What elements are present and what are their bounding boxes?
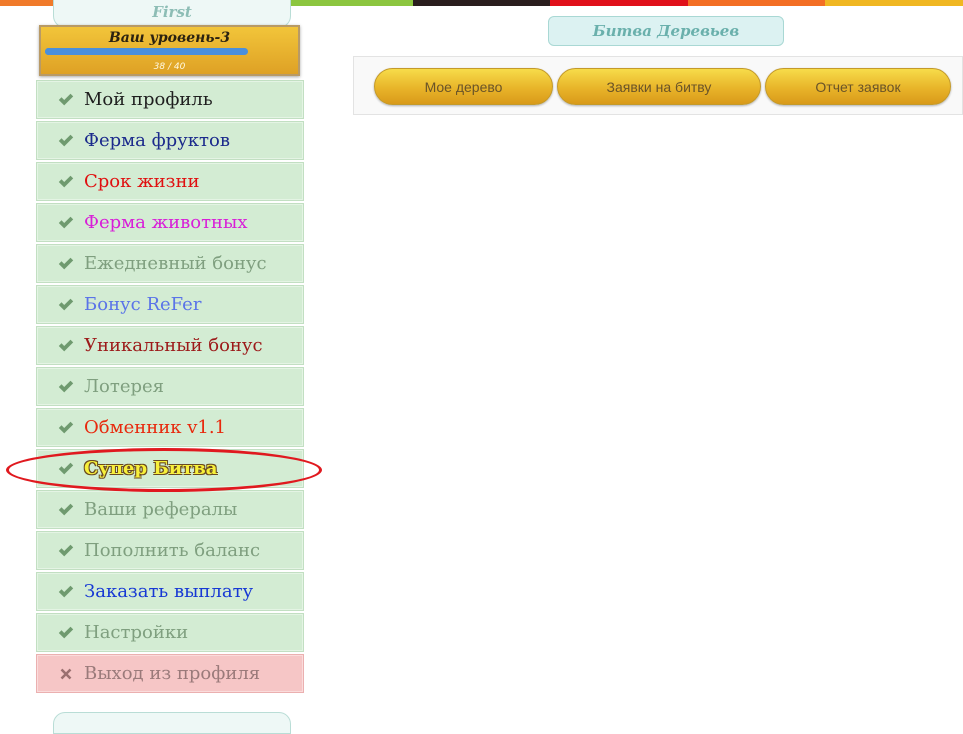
sidebar-item-lifetime[interactable]: Срок жизни (36, 162, 304, 201)
sidebar-item-label: Уникальный бонус (84, 335, 263, 356)
check-icon (58, 339, 74, 351)
close-icon (60, 668, 72, 679)
check-icon (58, 626, 74, 638)
check-icon (58, 462, 74, 474)
sidebar-item-label: Ваши рефералы (84, 499, 238, 520)
check-icon (58, 585, 74, 597)
sidebar-item-logout[interactable]: Выход из профиля (36, 654, 304, 693)
sidebar-item-label: Настройки (84, 622, 189, 643)
sidebar-item-exchanger[interactable]: Обменник v1.1 (36, 408, 304, 447)
sidebar-item-label: Бонус ReFer (84, 294, 202, 315)
sidebar-item-refer-bonus[interactable]: Бонус ReFer (36, 285, 304, 324)
top-strip-segment (412, 0, 551, 6)
check-icon (58, 216, 74, 228)
user-name: First (152, 3, 192, 21)
top-strip-segment (687, 0, 826, 6)
sidebar-item-unique-bonus[interactable]: Уникальный бонус (36, 326, 304, 365)
battle-toolbar: Мое дерево Заявки на битву Отчет заявок (353, 56, 963, 115)
top-strip-segment (550, 0, 688, 6)
bottom-panel-tab (53, 712, 291, 734)
level-progress-count: 38 / 40 (153, 62, 186, 72)
page-title: Битва Деревьев (548, 16, 784, 46)
sidebar-item-label: Ферма фруктов (84, 130, 230, 151)
page-title-text: Битва Деревьев (592, 22, 740, 40)
sidebar-item-label: Ежедневный бонус (84, 253, 267, 274)
sidebar-item-settings[interactable]: Настройки (36, 613, 304, 652)
sidebar-item-label: Выход из профиля (84, 663, 261, 684)
top-strip-segment (275, 0, 413, 6)
level-progress-fill (45, 48, 238, 55)
requests-report-button[interactable]: Отчет заявок (765, 68, 951, 105)
sidebar-item-daily-bonus[interactable]: Ежедневный бонус (36, 244, 304, 283)
level-title: Ваш уровень-3 (108, 30, 231, 46)
check-icon (58, 134, 74, 146)
sidebar-item-super-battle[interactable]: Супер Битва (36, 449, 304, 488)
check-icon (58, 175, 74, 187)
level-panel: Ваш уровень-3 38 / 40 (39, 25, 300, 76)
my-tree-button[interactable]: Мое дерево (374, 68, 553, 105)
sidebar-item-animal-farm[interactable]: Ферма животных (36, 203, 304, 242)
sidebar-item-lottery[interactable]: Лотерея (36, 367, 304, 406)
sidebar-item-label: Обменник v1.1 (84, 417, 227, 438)
check-icon (58, 421, 74, 433)
sidebar-item-my-profile[interactable]: Мой профиль (36, 80, 304, 119)
sidebar-item-label: Супер Битва (84, 458, 218, 479)
check-icon (58, 93, 74, 105)
sidebar-item-label: Заказать выплату (84, 581, 254, 602)
battle-requests-button[interactable]: Заявки на битву (557, 68, 761, 105)
sidebar-item-top-up-balance[interactable]: Пополнить баланс (36, 531, 304, 570)
user-name-tab: First (53, 0, 291, 28)
check-icon (58, 380, 74, 392)
sidebar-item-request-payout[interactable]: Заказать выплату (36, 572, 304, 611)
level-progress-bar (45, 48, 248, 55)
top-strip-segment (825, 0, 963, 6)
sidebar-item-label: Пополнить баланс (84, 540, 261, 561)
sidebar-item-fruit-farm[interactable]: Ферма фруктов (36, 121, 304, 160)
check-icon (58, 544, 74, 556)
check-icon (58, 503, 74, 515)
sidebar-item-referrals[interactable]: Ваши рефералы (36, 490, 304, 529)
sidebar-menu: Мой профиль Ферма фруктов Срок жизни Фер… (36, 80, 304, 695)
sidebar-item-label: Лотерея (84, 376, 164, 397)
sidebar-item-label: Ферма животных (84, 212, 248, 233)
check-icon (58, 257, 74, 269)
check-icon (58, 298, 74, 310)
sidebar-item-label: Срок жизни (84, 171, 200, 192)
sidebar-item-label: Мой профиль (84, 89, 213, 110)
